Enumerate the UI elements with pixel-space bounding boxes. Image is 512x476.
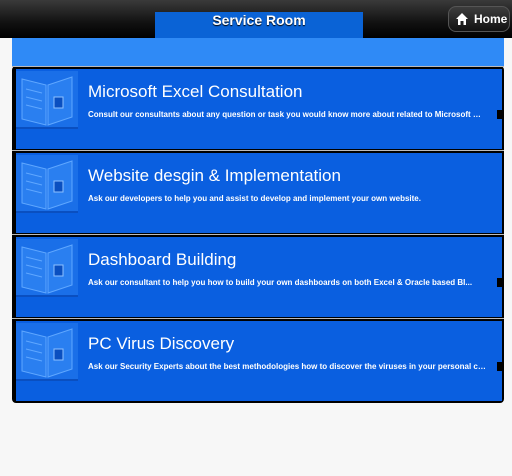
list-item[interactable]: Website desgin & Implementation Ask our … xyxy=(12,150,504,234)
home-button[interactable]: Home xyxy=(448,6,510,32)
list-item-title: Dashboard Building xyxy=(88,250,237,269)
list-item-panel xyxy=(16,237,502,317)
page-title: Service Room xyxy=(212,12,306,28)
list-item-title: Website desgin & Implementation xyxy=(88,166,341,185)
book-icon xyxy=(16,323,78,381)
list-item-panel xyxy=(16,69,502,149)
list-item-panel xyxy=(16,321,502,401)
list-item-description: Consult our consultants about any questi… xyxy=(88,110,486,119)
book-icon xyxy=(16,239,78,297)
home-button-label: Home xyxy=(474,12,508,26)
sub-header-bar xyxy=(12,38,504,66)
list-item-description: Ask our Security Experts about the best … xyxy=(88,362,486,371)
truncation-marker xyxy=(497,278,502,287)
home-icon xyxy=(456,13,468,25)
list-item[interactable]: Microsoft Excel Consultation Consult our… xyxy=(12,66,504,150)
header-bar: Service Room Home xyxy=(0,0,512,38)
service-list: Microsoft Excel Consultation Consult our… xyxy=(12,66,504,403)
list-item-description: Ask our developers to help you and assis… xyxy=(88,194,421,203)
list-item[interactable]: PC Virus Discovery Ask our Security Expe… xyxy=(12,318,504,402)
book-icon xyxy=(16,71,78,129)
truncation-marker xyxy=(497,362,502,371)
list-item-panel xyxy=(16,153,502,233)
list-item-title: PC Virus Discovery xyxy=(88,334,235,353)
truncation-marker xyxy=(497,110,502,119)
list-item-title: Microsoft Excel Consultation xyxy=(88,82,303,101)
list-item-description: Ask our consultant to help you how to bu… xyxy=(88,278,473,287)
book-icon xyxy=(16,155,78,213)
list-item[interactable]: Dashboard Building Ask our consultant to… xyxy=(12,234,504,318)
